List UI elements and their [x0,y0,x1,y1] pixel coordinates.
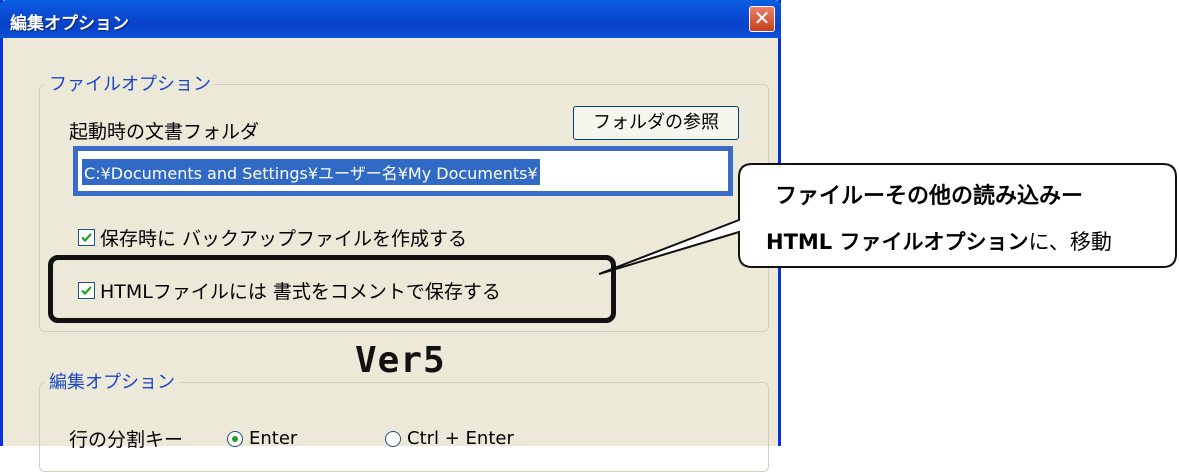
backup-checkbox[interactable]: 保存時に バックアップファイルを作成する [78,224,467,251]
title-bar[interactable]: 編集オプション ✕ [0,0,781,38]
html-format-checkbox-label: HTMLファイルには 書式をコメントで保存する [100,281,501,303]
startup-folder-label: 起動時の文書フォルダ [69,121,260,143]
window-title: 編集オプション [10,14,129,34]
html-format-checkbox[interactable]: HTMLファイルには 書式をコメントで保存する [78,277,501,304]
callout-line-2: HTML ファイルオプションに、移動 [766,226,1112,256]
backup-checkbox-label: 保存時に バックアップファイルを作成する [100,228,468,250]
callout-line-2-bold: HTML ファイルオプション [766,230,1029,254]
close-button[interactable]: ✕ [749,6,775,32]
radio-unselected-icon [385,430,401,447]
checkmark-icon [78,282,95,299]
edit-options-dialog: 編集オプション ✕ ファイルオプション 起動時の文書フォルダ フォルダの参照 C… [0,0,781,472]
checkmark-icon [78,229,95,246]
document-folder-input[interactable]: C:¥Documents and Settings¥ユーザー名¥My Docum… [73,146,733,196]
callout-line-2-rest: に、移動 [1028,230,1112,254]
radio-selected-icon [227,430,243,447]
callout-line-1: ファイルーその他の読み込みー [775,184,1084,209]
browse-folder-button[interactable]: フォルダの参照 [573,106,739,140]
edit-options-legend: 編集オプション [45,368,179,394]
version-label: Ver5 [355,340,446,381]
file-options-legend: ファイルオプション [45,70,215,96]
line-split-key-label: 行の分割キー [69,429,184,451]
document-folder-path: C:¥Documents and Settings¥ユーザー名¥My Docum… [82,159,540,185]
